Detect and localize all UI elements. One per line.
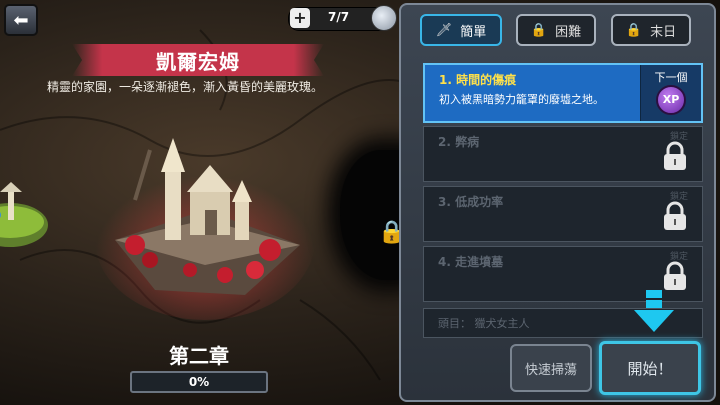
back-button[interactable]: ⬅ [4, 4, 38, 36]
chapter-progress-bar: 0% [130, 371, 268, 393]
quest-description: 初入被黑暗勢力籠罩的廢墟之地。 [439, 93, 604, 106]
quest-title: 3. 低成功率 [438, 195, 504, 209]
padlock-icon [664, 261, 686, 290]
quest-title: 2. 弊病 [438, 135, 480, 149]
arrow-left-icon: ⬅ [13, 9, 29, 31]
progress-percent: 0% [188, 375, 210, 389]
chapter-title: 凱爾宏姆 [156, 50, 240, 74]
tab-label: 困難 [555, 24, 582, 40]
tab-label: 末日 [650, 24, 677, 40]
quest-item-1[interactable]: 1. 時間的傷痕 初入被黑暗勢力籠罩的廢墟之地。 下一個 XP [423, 63, 703, 123]
quest-item-2[interactable]: 2. 弊病 鎖定 [423, 126, 703, 182]
lock-icon: 🔒 [530, 22, 548, 38]
xp-icon: XP [656, 85, 686, 115]
quest-title: 1. 時間的傷痕 [439, 73, 517, 87]
start-button[interactable]: 開始！ [599, 341, 701, 395]
previous-chapter-island[interactable] [0, 170, 50, 260]
chapter-number: 第二章 [169, 344, 229, 368]
boss-name: 頭目： 獵犬女主人 [438, 317, 530, 330]
reward-label: 下一個 [654, 71, 688, 84]
quick-sweep-button[interactable]: 快速掃蕩 [510, 344, 592, 392]
chapter-description: 精靈的家園，一朵逐漸褪色，漸入黃昏的美麗玫瑰。 [46, 80, 323, 94]
tab-label: 簡單 [460, 24, 487, 40]
energy-icon [371, 5, 397, 31]
chapter-island-illustration[interactable] [95, 120, 315, 320]
tab-hard[interactable]: 🔒 困難 [516, 14, 596, 46]
tab-easy[interactable]: 🗡 簡單 [420, 14, 502, 46]
quest-item-3[interactable]: 3. 低成功率 鎖定 [423, 186, 703, 242]
quest-title: 4. 走進墳墓 [438, 255, 504, 269]
reward-box: 下一個 XP [640, 65, 701, 121]
tab-doom[interactable]: 🔒 末日 [611, 14, 691, 46]
sword-icon: 🗡 [435, 22, 453, 38]
add-energy-button[interactable]: + [290, 8, 310, 28]
lock-icon: 🔒 [625, 22, 643, 38]
padlock-icon [664, 141, 686, 170]
padlock-icon [664, 201, 686, 230]
energy-count: 7/7 [328, 10, 350, 24]
arrow-down-icon [634, 290, 674, 332]
